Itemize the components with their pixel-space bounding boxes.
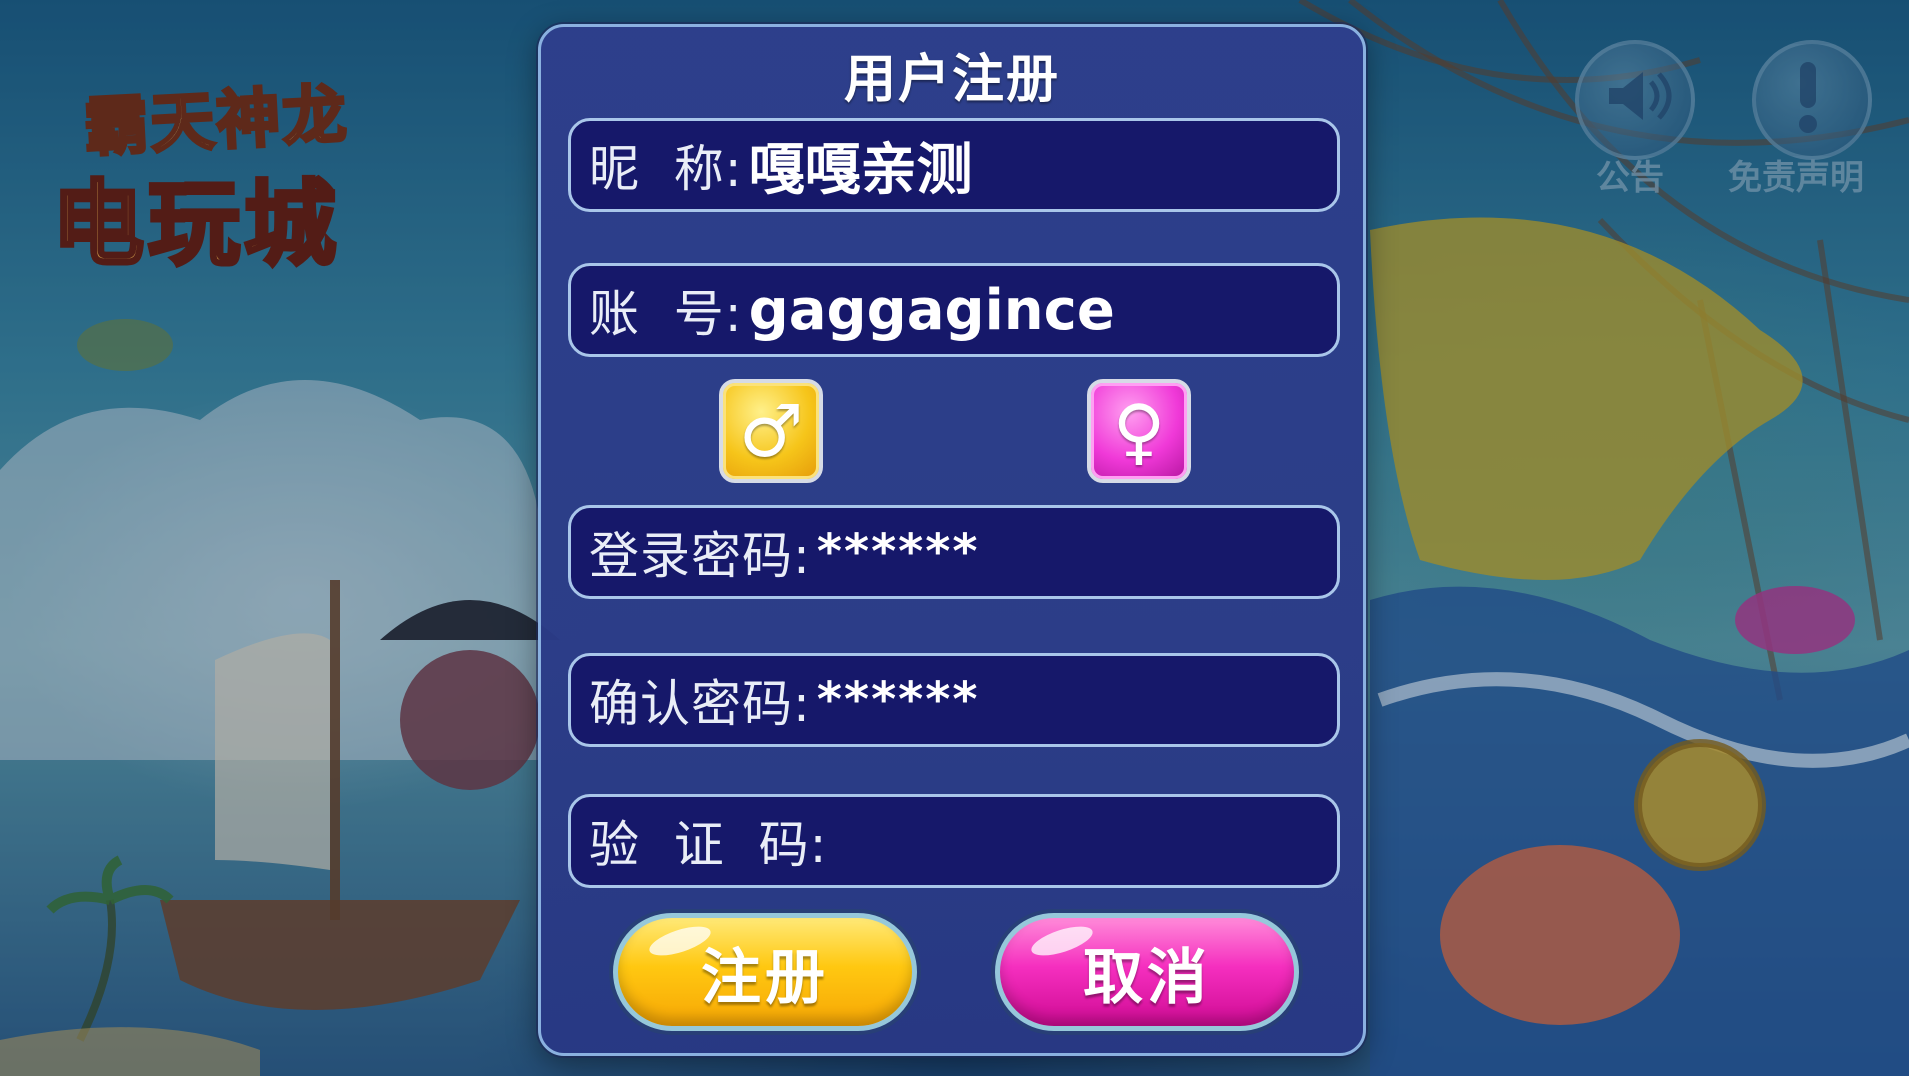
captcha-field[interactable]: 验 证 码: [568,794,1340,888]
nickname-field[interactable]: 昵 称: 嘎嘎亲测 [568,118,1340,212]
confirm-password-label: 确认密码: [589,675,811,733]
password-value[interactable]: ****** [817,524,980,580]
captcha-label: 验 证 码: [589,816,828,874]
nickname-label: 昵 称: [589,140,743,198]
account-value[interactable]: gaggagince [749,278,1115,343]
register-button[interactable]: 注册 [613,913,917,1031]
male-gender-button[interactable]: ♂ [719,379,823,483]
female-icon: ♀ [1112,389,1166,473]
dialog-title: 用户注册 [843,50,1060,110]
register-button-label: 注册 [701,942,829,1013]
password-field[interactable]: 登录密码: ****** [568,505,1340,599]
male-icon: ♂ [738,389,804,473]
female-gender-button[interactable]: ♀ [1087,379,1191,483]
cancel-button[interactable]: 取消 [995,913,1299,1031]
password-label: 登录密码: [589,527,811,585]
registration-dialog: 用户注册 昵 称: 嘎嘎亲测 账 号: gaggagince ♂ ♀ 登录密码:… [538,24,1366,1056]
account-label: 账 号: [589,285,743,343]
cancel-button-label: 取消 [1083,942,1211,1013]
confirm-password-value[interactable]: ****** [817,672,980,728]
confirm-password-field[interactable]: 确认密码: ****** [568,653,1340,747]
nickname-value[interactable]: 嘎嘎亲测 [749,125,973,206]
account-field[interactable]: 账 号: gaggagince [568,263,1340,357]
